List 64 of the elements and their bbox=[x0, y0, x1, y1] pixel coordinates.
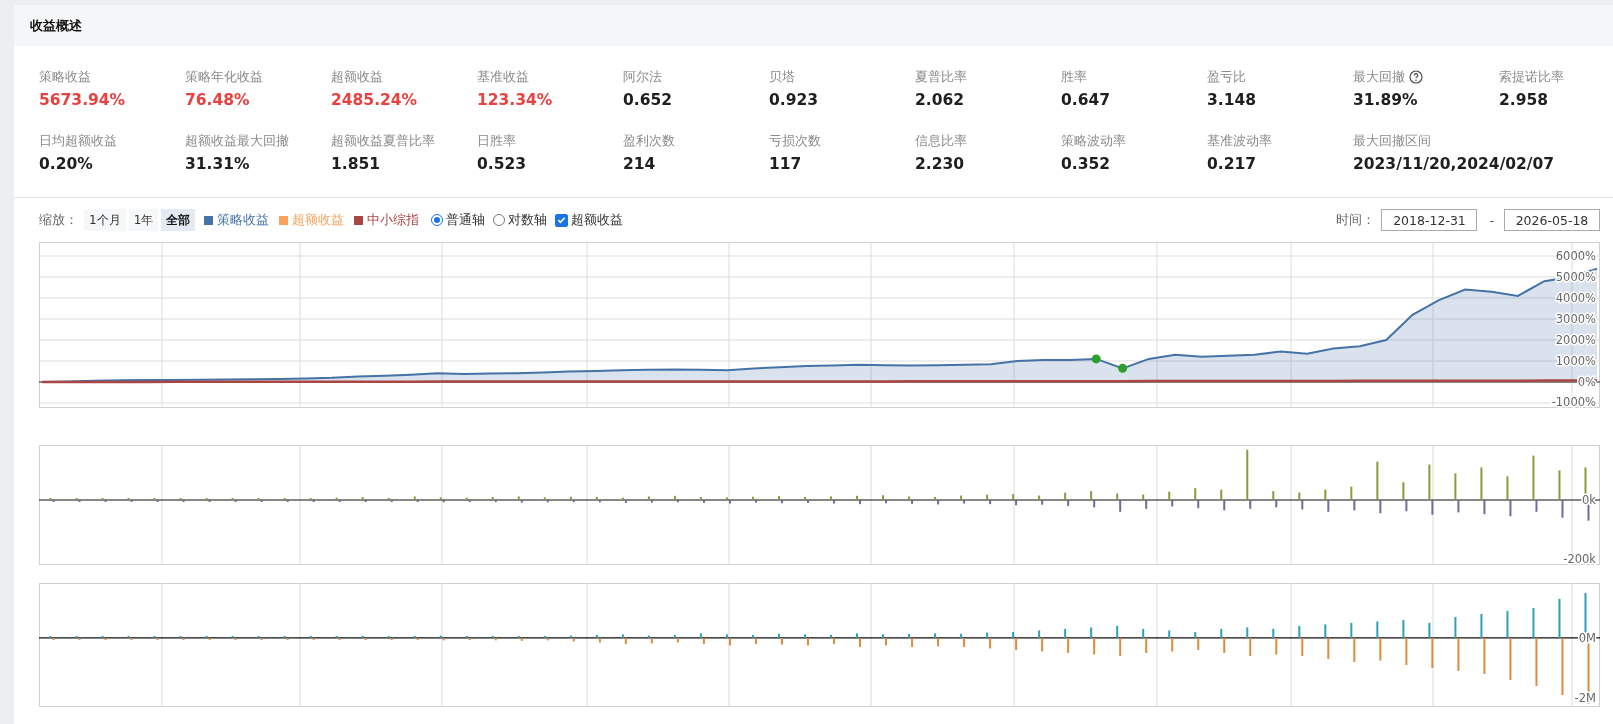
time-label: 时间： bbox=[1336, 211, 1376, 229]
metric-value: 5673.94% bbox=[39, 91, 126, 109]
metric-value: 117 bbox=[769, 155, 802, 173]
metric-label: 策略收益 bbox=[39, 68, 91, 86]
metric-value: 76.48% bbox=[185, 91, 250, 109]
metric-label: 日均超额收益 bbox=[39, 132, 117, 150]
metric-value: 0.217 bbox=[1207, 155, 1257, 173]
metric-label: 胜率 bbox=[1061, 68, 1087, 86]
axis-radio[interactable]: 普通轴 bbox=[431, 211, 486, 229]
metric-value: 2.062 bbox=[915, 91, 965, 109]
axis-tick-label: 3000% bbox=[1555, 312, 1596, 326]
zoom-button[interactable]: 1年 bbox=[128, 209, 159, 231]
legend-label[interactable]: 中小综指 bbox=[367, 211, 420, 229]
metric-label: 信息比率 bbox=[915, 132, 967, 150]
metric-value: 0.923 bbox=[769, 91, 819, 109]
date-field[interactable]: 2018-12-31 bbox=[1381, 209, 1478, 231]
metric-value: 31.89% bbox=[1353, 91, 1418, 109]
metric-value: 2.230 bbox=[915, 155, 965, 173]
axis-tick-label: -200k bbox=[1563, 552, 1596, 565]
axis-radio[interactable]: 对数轴 bbox=[493, 211, 548, 229]
metric-label: 超额收益最大回撤 bbox=[185, 132, 289, 150]
axis-tick-label: 4000% bbox=[1555, 291, 1596, 305]
legend-label[interactable]: 策略收益 bbox=[217, 211, 270, 229]
axis-tick-label: 6000% bbox=[1555, 249, 1596, 263]
metric-value: 0.647 bbox=[1061, 91, 1111, 109]
metric-label: 盈亏比 bbox=[1207, 68, 1246, 86]
metric-label: 策略年化收益 bbox=[185, 68, 263, 86]
zoom-button[interactable]: 1个月 bbox=[84, 209, 126, 231]
date-separator: - bbox=[1489, 212, 1494, 228]
metric-value: 3.148 bbox=[1207, 91, 1257, 109]
metric-label: 索提诺比率 bbox=[1499, 68, 1564, 86]
section-title: 收益概述 bbox=[30, 16, 82, 35]
metric-label: 亏损次数 bbox=[769, 132, 821, 150]
axis-tick-label: -1000% bbox=[1551, 395, 1596, 408]
excess-checkbox[interactable]: 超额收益 bbox=[555, 211, 624, 229]
date-field[interactable]: 2026-05-18 bbox=[1504, 209, 1600, 231]
axis-tick-label: 2000% bbox=[1555, 333, 1596, 347]
metric-label: 夏普比率 bbox=[915, 68, 967, 86]
metric-value: 0.523 bbox=[477, 155, 527, 173]
metric-value: 31.31% bbox=[185, 155, 250, 173]
metric-label: 最大回撤区间 bbox=[1353, 132, 1431, 150]
axis-tick-label: 1000% bbox=[1555, 354, 1596, 368]
metric-label: 基准波动率 bbox=[1207, 132, 1272, 150]
metric-value: 2.958 bbox=[1499, 91, 1549, 109]
metric-label: 阿尔法 bbox=[623, 68, 662, 86]
metric-value: 0.352 bbox=[1061, 155, 1111, 173]
metric-value: 2023/11/20,2024/02/07 bbox=[1353, 155, 1555, 173]
metric-label: 日胜率 bbox=[477, 132, 516, 150]
metric-value: 2485.24% bbox=[331, 91, 418, 109]
metric-label: 贝塔 bbox=[769, 68, 795, 86]
metric-label: 超额收益夏普比率 bbox=[331, 132, 435, 150]
metric-value: 123.34% bbox=[477, 91, 553, 109]
metric-label: 盈利次数 bbox=[623, 132, 675, 150]
zoom-label: 缩放： bbox=[39, 211, 78, 229]
metric-label: 超额收益 bbox=[331, 68, 383, 86]
metric-label: 策略波动率 bbox=[1061, 132, 1126, 150]
axis-tick-label: 0% bbox=[1577, 375, 1596, 389]
metric-value: 1.851 bbox=[331, 155, 381, 173]
metric-value: 214 bbox=[623, 155, 656, 173]
metric-label: 最大回撤 bbox=[1353, 68, 1405, 86]
metric-value: 0.652 bbox=[623, 91, 673, 109]
metric-label: 基准收益 bbox=[477, 68, 529, 86]
metric-value: 0.20% bbox=[39, 155, 93, 173]
zoom-button[interactable]: 全部 bbox=[161, 209, 196, 231]
